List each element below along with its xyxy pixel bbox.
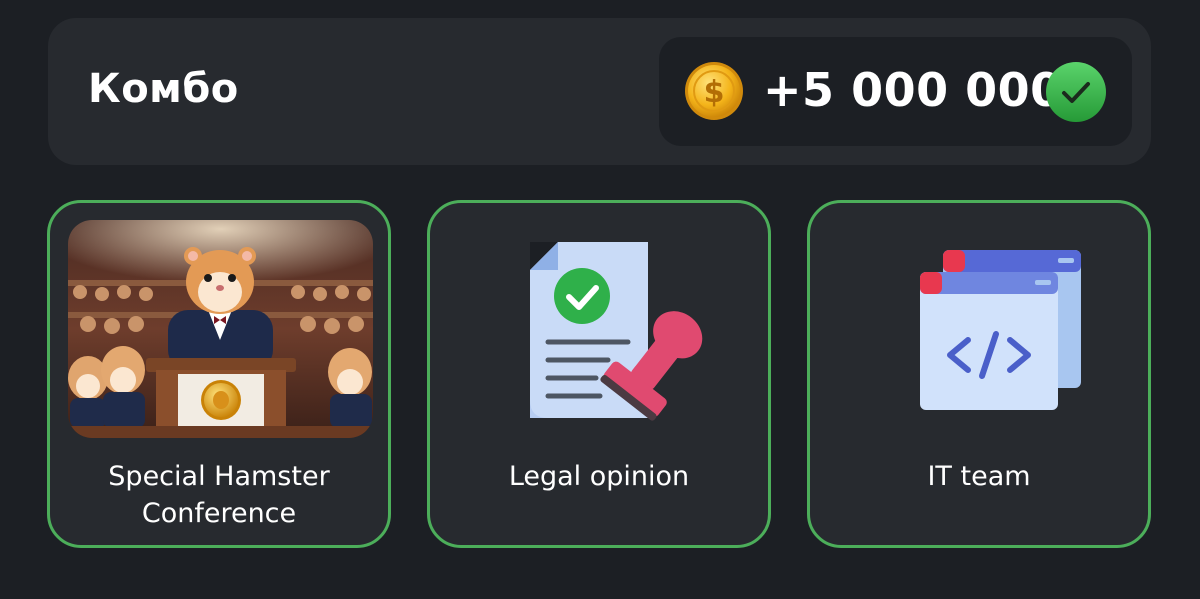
combo-screen: Комбо $ +5 000 000 Special Hamster Confe…	[0, 0, 1200, 599]
combo-title: Комбо	[88, 66, 239, 112]
combo-panel: Комбо $ +5 000 000	[48, 18, 1151, 165]
combo-card-special-hamster-conference[interactable]: Special Hamster Conference	[47, 200, 391, 548]
checkmark-icon	[1045, 61, 1107, 123]
hamster-conference-image	[68, 220, 373, 438]
reward-pill: $ +5 000 000	[659, 37, 1132, 146]
code-window-icon	[828, 220, 1133, 438]
card-label: IT team	[927, 461, 1031, 492]
svg-text:$: $	[704, 75, 725, 110]
combo-card-legal-opinion[interactable]: Legal opinion	[427, 200, 771, 548]
card-label: Special Hamster Conference	[108, 461, 330, 529]
card-label: Legal opinion	[508, 461, 690, 492]
reward-amount: +5 000 000	[763, 63, 1063, 117]
dollar-coin-icon: $	[684, 61, 744, 121]
combo-card-it-team[interactable]: IT team	[807, 200, 1151, 548]
legal-document-stamp-icon	[448, 220, 753, 438]
